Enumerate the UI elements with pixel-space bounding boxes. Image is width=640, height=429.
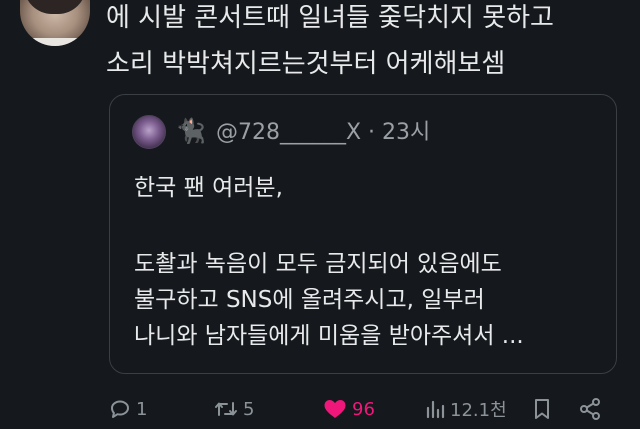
quoted-text-line-2: 도촬과 녹음이 모두 금지되어 있음에도 xyxy=(134,251,502,277)
author-avatar[interactable] xyxy=(20,0,90,46)
avatar-shirt xyxy=(20,38,90,46)
quoted-text-line-3: 불구하고 SNS에 올려주시고, 일부러 xyxy=(134,287,485,313)
retweet-button[interactable]: 5 xyxy=(213,394,254,424)
heart-icon xyxy=(322,397,348,421)
quoted-author-handle[interactable]: @728______X · 23시 xyxy=(216,119,430,147)
like-button[interactable]: 96 xyxy=(322,394,375,424)
tweet-action-bar: 1 5 96 12.1천 xyxy=(108,394,628,424)
share-button[interactable] xyxy=(578,394,602,424)
reply-icon xyxy=(108,397,132,421)
retweet-count: 5 xyxy=(243,398,255,420)
like-count: 96 xyxy=(352,398,375,420)
retweet-icon xyxy=(213,397,239,421)
tweet-text-line-2: 소리 박박쳐지르는것부터 어케해보셈 xyxy=(106,49,506,79)
views-count: 12.1천 xyxy=(450,400,507,421)
reply-button[interactable]: 1 xyxy=(108,394,147,424)
quoted-text-line-1: 한국 팬 여러분, xyxy=(134,175,283,201)
quoted-author-avatar[interactable] xyxy=(132,115,166,149)
tweet-text-line-1: 에 시발 콘서트때 일녀들 줒닥치지 못하고 xyxy=(106,3,554,33)
reply-count: 1 xyxy=(136,398,148,420)
share-icon xyxy=(578,397,602,421)
avatar-hair xyxy=(24,0,86,14)
cat-emoji: 🐈‍⬛ xyxy=(176,117,206,145)
bookmark-button[interactable] xyxy=(530,394,554,424)
quoted-text-line-4: 나니와 남자들에게 미움을 받아주셔서 ... xyxy=(134,323,524,349)
views-button[interactable]: 12.1천 xyxy=(424,394,507,424)
quoted-tweet-card[interactable]: 🐈‍⬛ @728______X · 23시 한국 팬 여러분, 도촬과 녹음이 … xyxy=(109,94,617,374)
views-icon xyxy=(424,397,446,421)
bookmark-icon xyxy=(530,397,554,421)
